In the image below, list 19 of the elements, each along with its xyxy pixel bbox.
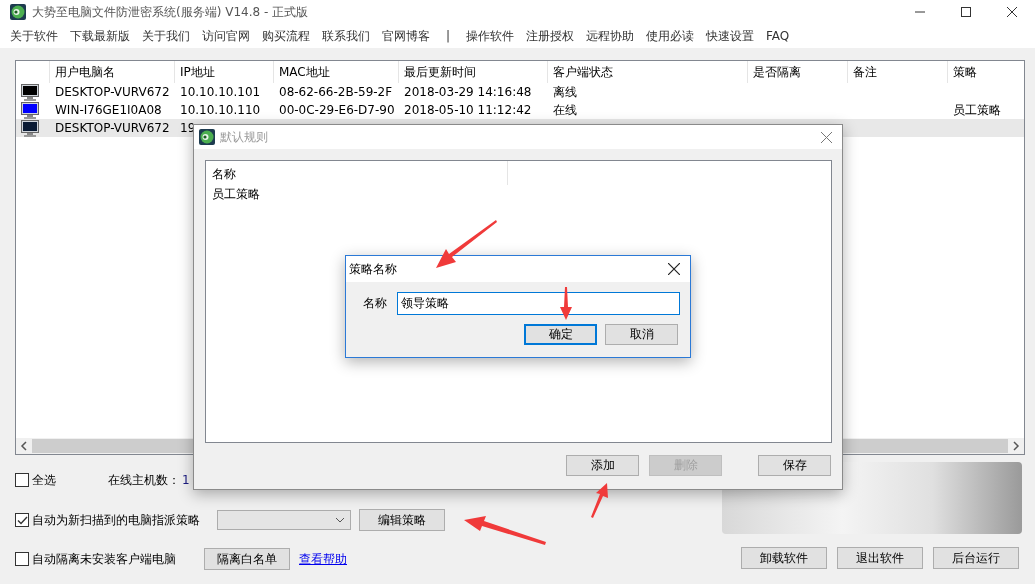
table-cell-text: 2018-05-10 11:12:42 xyxy=(403,103,533,117)
table-cell-text: DESKTOP-VURV672 xyxy=(54,121,171,135)
window-title: 大势至电脑文件防泄密系统(服务端) V14.8 - 正式版 xyxy=(32,3,309,21)
table-cell-text: 10.10.10.110 xyxy=(179,103,262,117)
table-cell-text: WIN-I76GE1I0A08 xyxy=(54,103,163,117)
field-label: 名称 xyxy=(363,295,388,312)
online-count-value: 1 xyxy=(182,473,190,487)
table-cell-text: 在线 xyxy=(552,101,578,119)
table-cell-text: 08-62-66-2B-59-2F xyxy=(278,85,394,99)
dialog-title: 策略名称 xyxy=(349,260,397,278)
menu-separator: | xyxy=(445,29,452,43)
table-cell-text: 离线 xyxy=(552,83,578,101)
table-cell-text: 10.10.10.101 xyxy=(179,85,262,99)
table-cell-text: 员工策略 xyxy=(952,101,1002,119)
table-cell-text: 00-0C-29-E6-D7-90 xyxy=(278,103,396,117)
dialog-title: 默认规则 xyxy=(220,128,268,146)
table-cell-text: DESKTOP-VURV672 xyxy=(54,85,171,99)
table-cell-text: 2018-03-29 14:16:48 xyxy=(403,85,533,99)
online-count-label: 在线主机数： xyxy=(108,471,180,489)
